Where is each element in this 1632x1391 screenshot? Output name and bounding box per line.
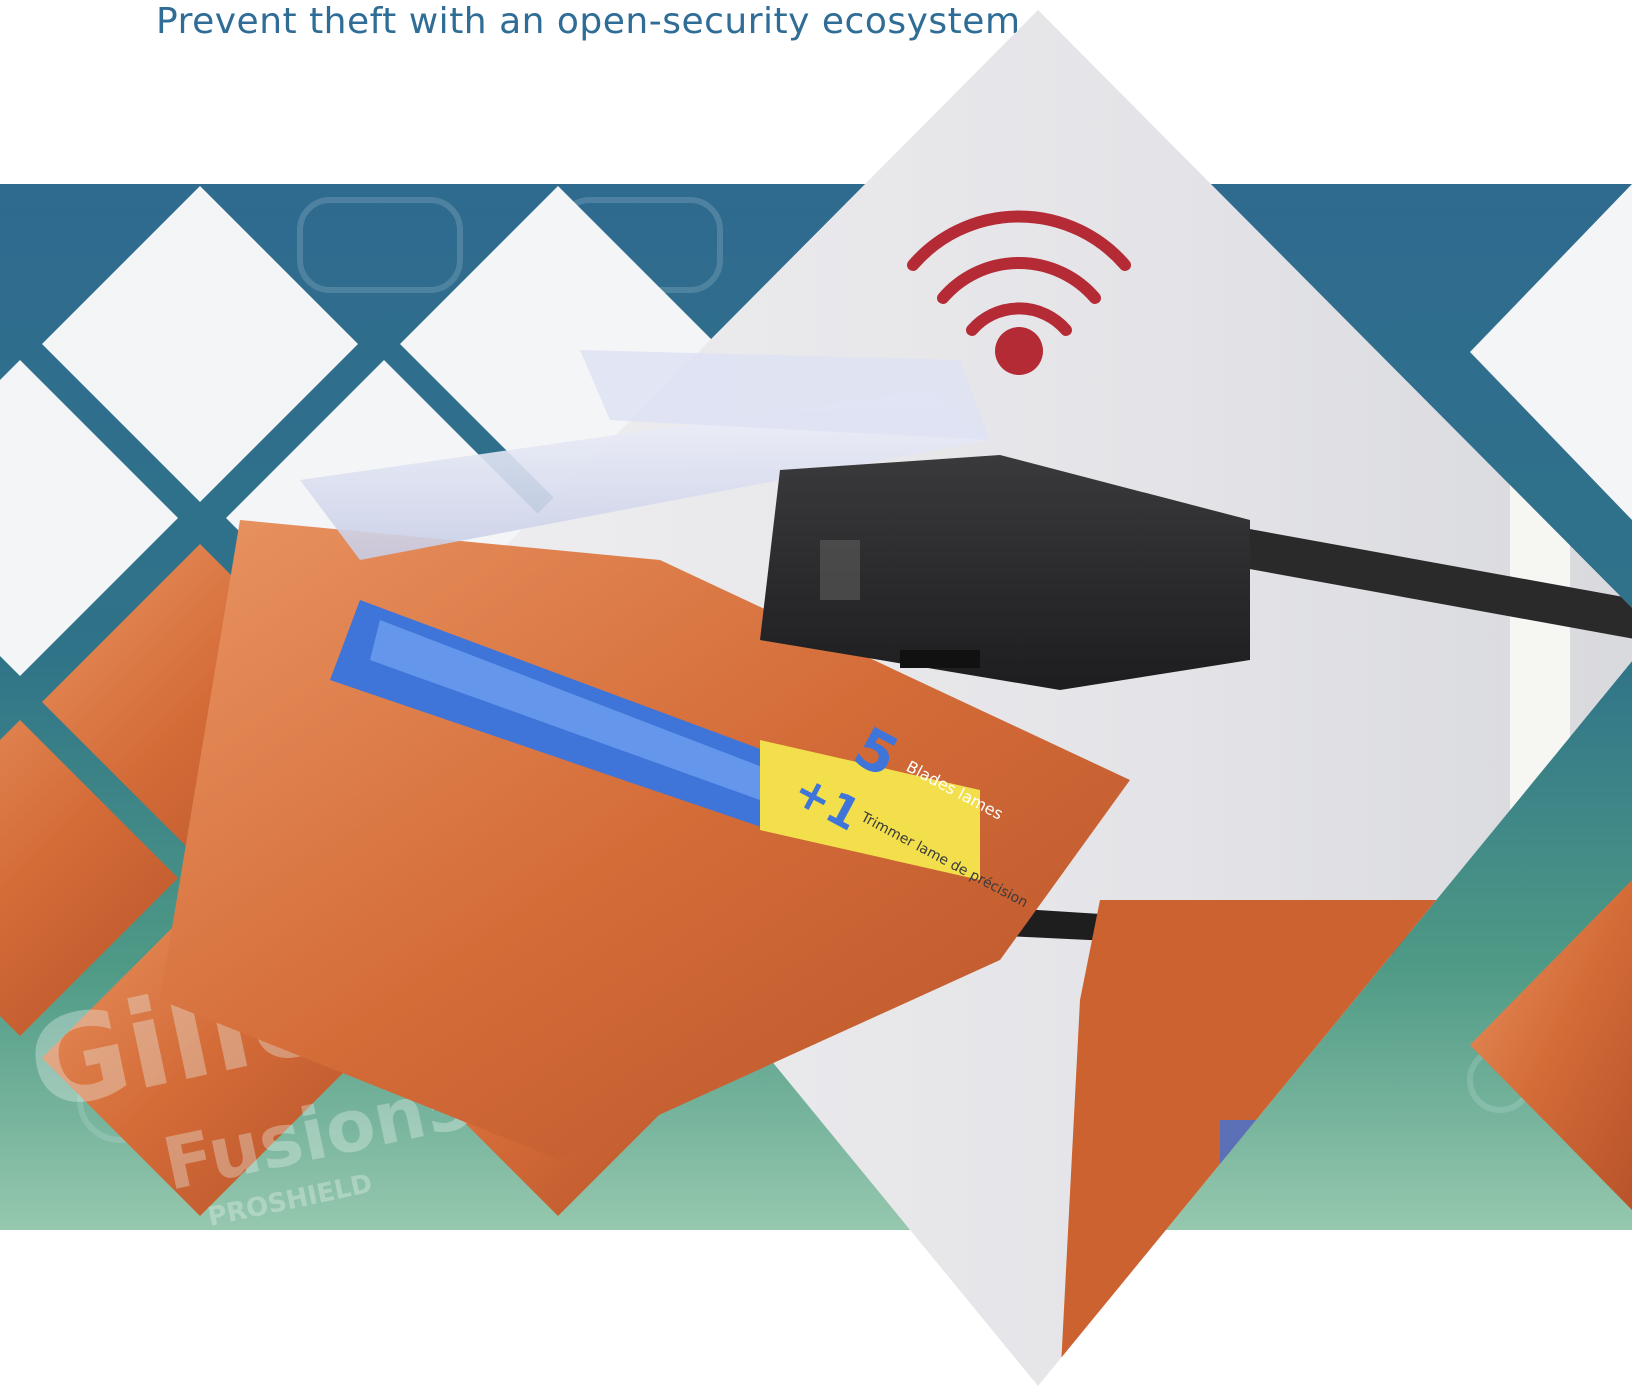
hero-image: Gillette Fusion5 PROSHIELD 5 Blades lame…	[0, 10, 1632, 1386]
